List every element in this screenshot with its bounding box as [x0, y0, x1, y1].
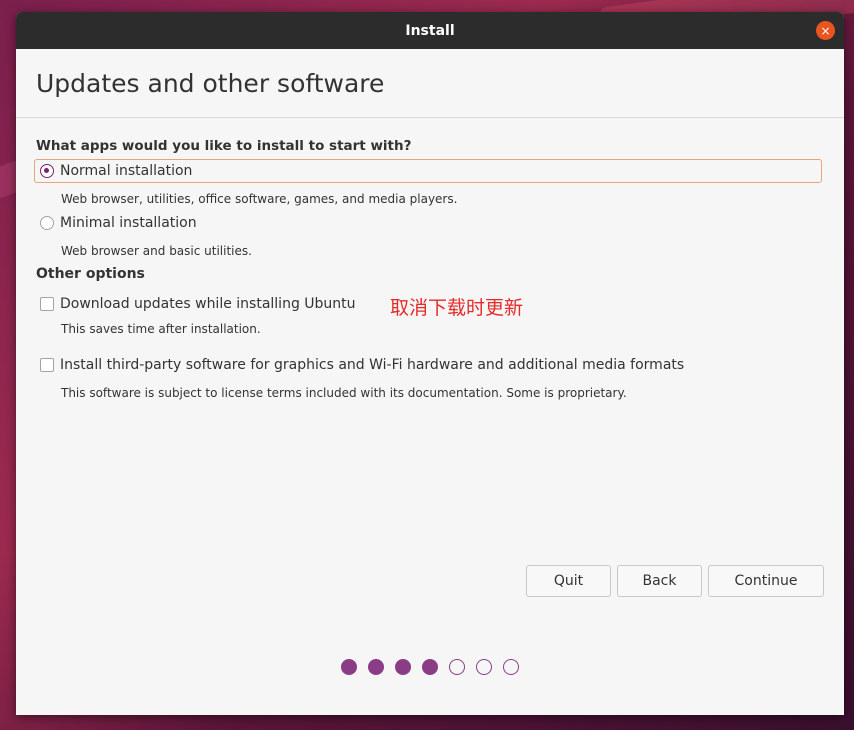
titlebar: Install ×: [16, 12, 844, 49]
installer-window: Install × Updates and other software Wha…: [16, 12, 844, 715]
progress-dot: [395, 659, 411, 675]
normal-installation-label[interactable]: Normal installation: [60, 163, 192, 179]
download-updates-label[interactable]: Download updates while installing Ubuntu: [60, 296, 356, 312]
download-updates-description: This saves time after installation.: [61, 322, 261, 336]
progress-dot: [449, 659, 465, 675]
minimal-installation-radio[interactable]: [40, 216, 54, 230]
third-party-description: This software is subject to license term…: [61, 386, 627, 400]
normal-installation-description: Web browser, utilities, office software,…: [61, 192, 458, 206]
progress-dot: [341, 659, 357, 675]
progress-dots: [341, 659, 519, 675]
progress-dot: [368, 659, 384, 675]
quit-button[interactable]: Quit: [526, 565, 611, 597]
third-party-checkbox[interactable]: [40, 358, 54, 372]
close-icon[interactable]: ×: [816, 21, 835, 40]
minimal-installation-description: Web browser and basic utilities.: [61, 244, 252, 258]
progress-dot: [422, 659, 438, 675]
download-updates-checkbox[interactable]: [40, 297, 54, 311]
page-header: Updates and other software: [16, 49, 844, 118]
progress-dot: [503, 659, 519, 675]
minimal-installation-label[interactable]: Minimal installation: [60, 215, 197, 231]
third-party-label[interactable]: Install third-party software for graphic…: [60, 357, 684, 373]
annotation-text: 取消下载时更新: [390, 297, 524, 319]
back-button[interactable]: Back: [617, 565, 702, 597]
window-title: Install: [405, 22, 455, 39]
continue-button[interactable]: Continue: [708, 565, 824, 597]
normal-installation-radio[interactable]: [40, 164, 54, 178]
progress-dot: [476, 659, 492, 675]
install-type-question: What apps would you like to install to s…: [36, 138, 412, 154]
other-options-heading: Other options: [36, 266, 145, 282]
page-title: Updates and other software: [36, 68, 385, 98]
